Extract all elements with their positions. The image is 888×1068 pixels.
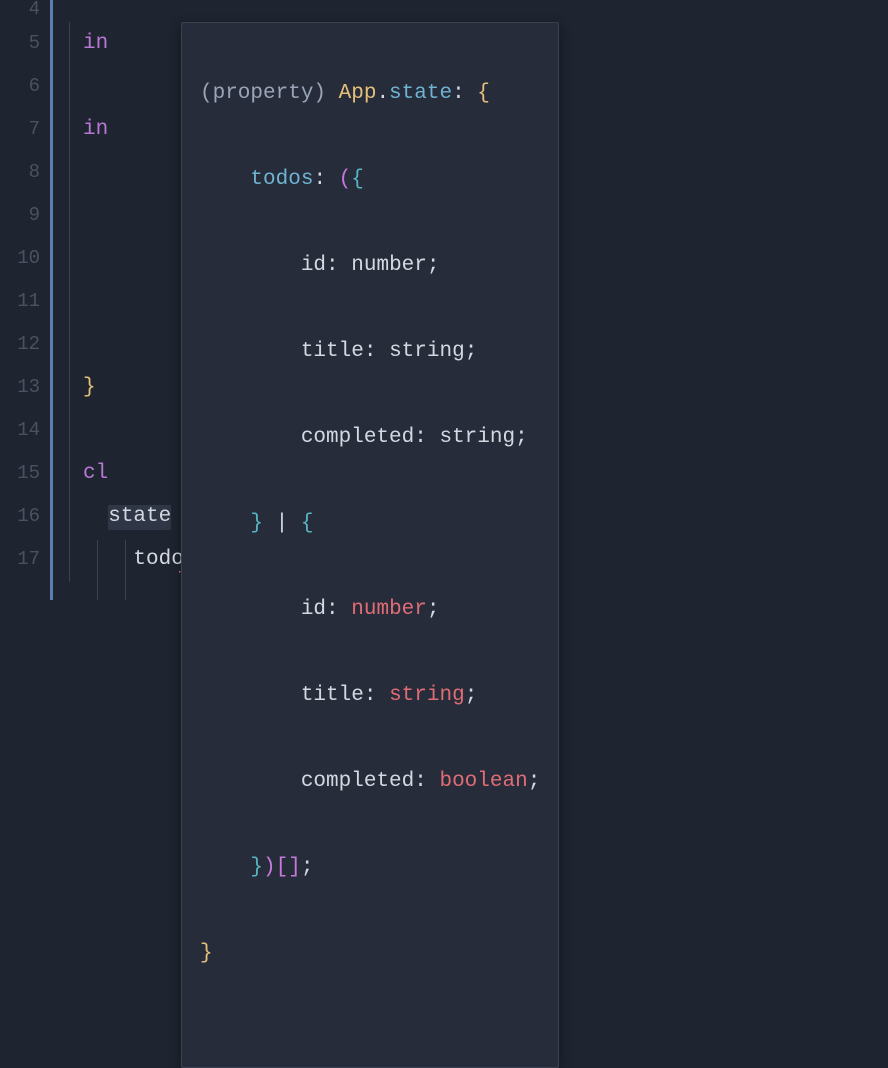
line-number: 11	[0, 280, 40, 323]
property-token: id	[301, 254, 326, 277]
type-token: number	[351, 254, 427, 277]
tooltip-line: })[];	[200, 846, 540, 889]
punct-token: :	[414, 770, 439, 793]
type-token: string	[439, 426, 515, 449]
tooltip-line: }	[200, 932, 540, 975]
indent	[200, 168, 250, 191]
punct-token: .	[376, 82, 389, 105]
tooltip-line: completed: string;	[200, 416, 540, 459]
paren-token: (	[339, 168, 352, 191]
brace-token: }	[250, 856, 263, 879]
keyword-token: in	[83, 118, 108, 141]
keyword-token: cl	[83, 462, 108, 485]
line-number: 4	[0, 0, 40, 22]
brace-token: {	[477, 82, 490, 105]
punct-token: ;	[465, 684, 478, 707]
line-number: 6	[0, 65, 40, 108]
indent	[200, 340, 301, 363]
type-tooltip: (property) App.state: { todos: ({ id: nu…	[181, 22, 559, 1068]
brace-token: {	[301, 512, 314, 535]
line-number: 14	[0, 409, 40, 452]
property-token: id	[301, 598, 326, 621]
bracket-token: []	[276, 856, 301, 879]
code-line[interactable]	[83, 0, 888, 22]
line-number: 10	[0, 237, 40, 280]
tooltip-line: todos: ({	[200, 158, 540, 201]
brace-token: }	[250, 512, 263, 535]
indent	[200, 254, 301, 277]
indent	[200, 684, 301, 707]
line-number: 16	[0, 495, 40, 538]
line-number: 17	[0, 538, 40, 581]
label-token: (property)	[200, 82, 339, 105]
type-token: string	[389, 684, 465, 707]
tooltip-line: (property) App.state: {	[200, 72, 540, 115]
punct-token: :	[326, 254, 351, 277]
line-number: 13	[0, 366, 40, 409]
class-token: App	[339, 82, 377, 105]
punct-token: :	[414, 426, 439, 449]
punct-token: :	[364, 684, 389, 707]
code-content[interactable]: in in } cl state = { todos: [ (property)…	[53, 0, 888, 600]
code-editor: 4 5 6 7 8 9 10 11 12 13 14 15 16 17 in i…	[0, 0, 888, 600]
punct-token: ;	[528, 770, 541, 793]
line-number: 12	[0, 323, 40, 366]
punct-token: :	[313, 168, 338, 191]
type-token: string	[389, 340, 465, 363]
tooltip-line: completed: boolean;	[200, 760, 540, 803]
operator-token: |	[263, 512, 301, 535]
punct-token: :	[326, 598, 351, 621]
property-token: completed	[301, 770, 414, 793]
indent	[200, 426, 301, 449]
line-number: 15	[0, 452, 40, 495]
line-number: 7	[0, 108, 40, 151]
brace-token: }	[200, 942, 213, 965]
type-token: number	[351, 598, 427, 621]
property-token: state	[389, 82, 452, 105]
line-number: 8	[0, 151, 40, 194]
indent	[200, 856, 250, 879]
punct-token: ;	[427, 254, 440, 277]
tooltip-line: title: string;	[200, 674, 540, 717]
line-number: 9	[0, 194, 40, 237]
brace-token: {	[351, 168, 364, 191]
indent	[200, 770, 301, 793]
punct-token: :	[452, 82, 477, 105]
tooltip-line: title: string;	[200, 330, 540, 373]
punct-token: :	[364, 340, 389, 363]
punct-token: ;	[427, 598, 440, 621]
type-token: boolean	[439, 770, 527, 793]
paren-token: )	[263, 856, 276, 879]
keyword-token: in	[83, 32, 108, 55]
line-number: 5	[0, 22, 40, 65]
tooltip-line: } | {	[200, 502, 540, 545]
punct-token: ;	[301, 856, 314, 879]
indent	[200, 598, 301, 621]
property-token: todos	[250, 168, 313, 191]
indent-guide	[69, 22, 70, 582]
tooltip-line: id: number;	[200, 588, 540, 631]
property-token: title	[301, 684, 364, 707]
tooltip-line: id: number;	[200, 244, 540, 287]
property-token: completed	[301, 426, 414, 449]
punct-token: ;	[515, 426, 528, 449]
property-token: state	[108, 505, 171, 530]
indent	[200, 512, 250, 535]
property-token: title	[301, 340, 364, 363]
line-gutter: 4 5 6 7 8 9 10 11 12 13 14 15 16 17	[0, 0, 50, 600]
punct-token: ;	[465, 340, 478, 363]
brace-token: }	[83, 376, 96, 399]
